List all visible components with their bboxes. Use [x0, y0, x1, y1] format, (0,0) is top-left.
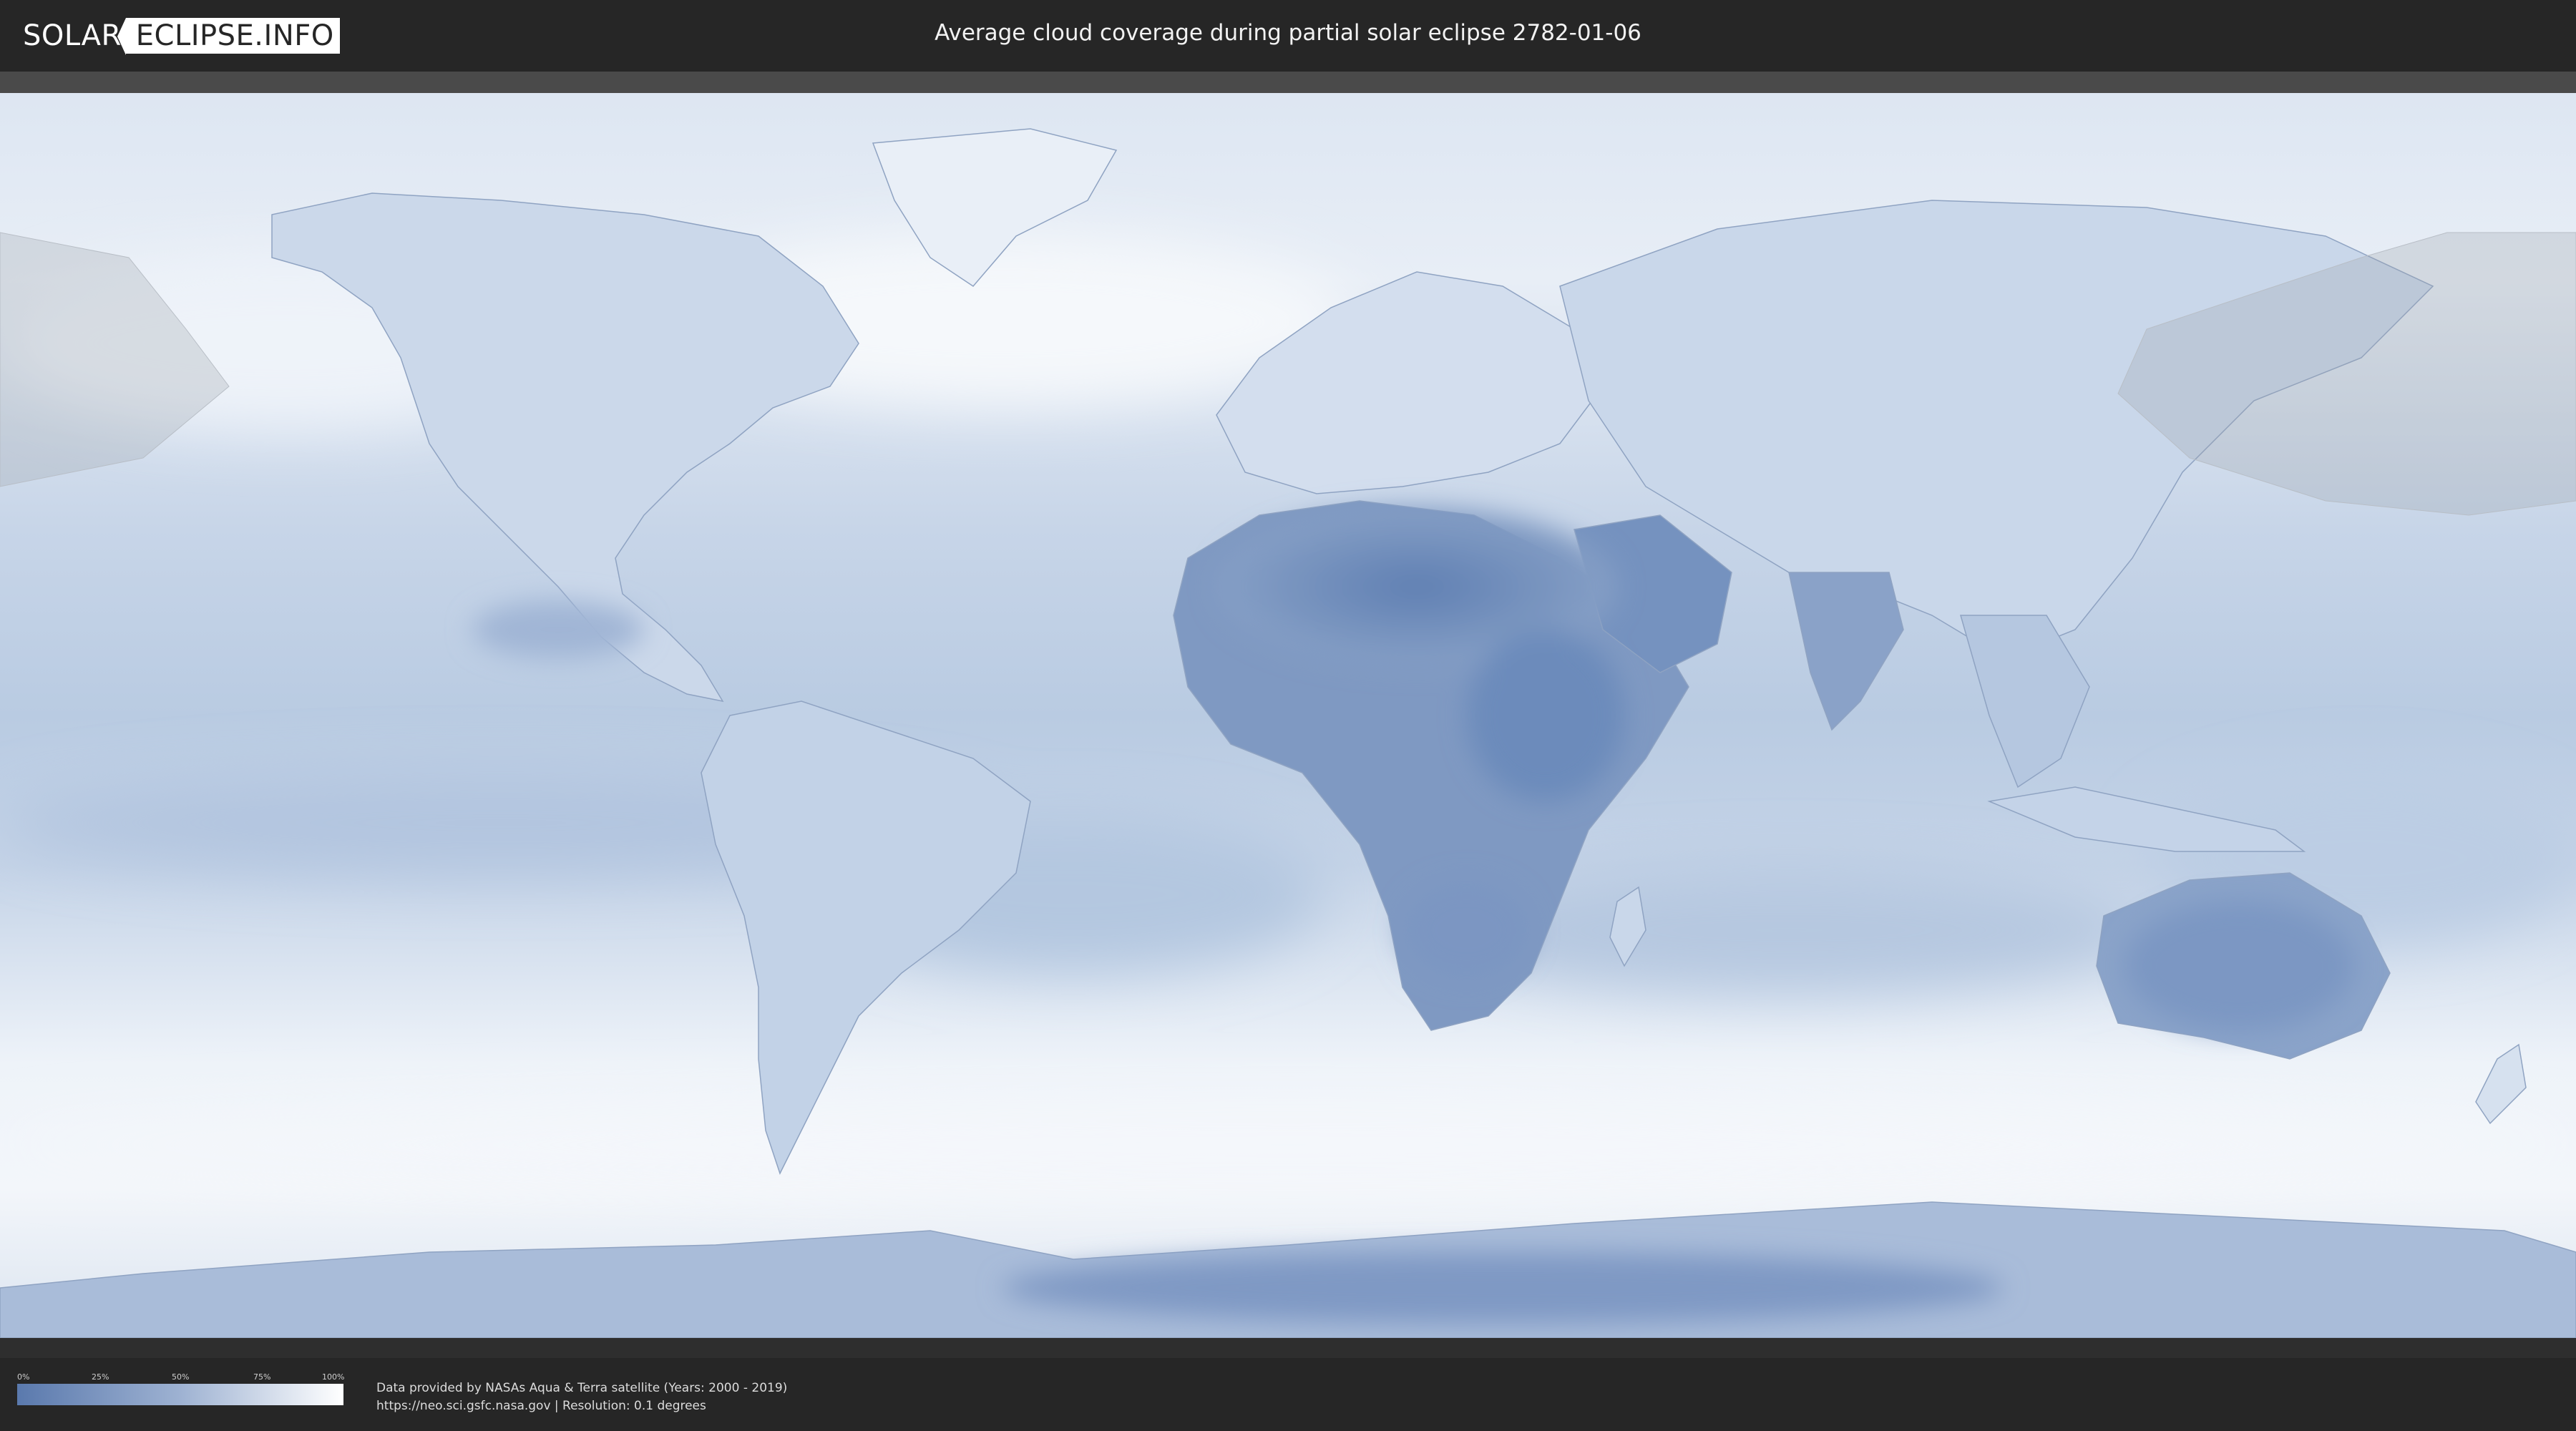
- page: SOLAR ECLIPSE.INFO Average cloud coverag…: [0, 0, 2576, 1431]
- world-map-svg: [0, 72, 2576, 1359]
- east-antarctica-dry-zone: [1002, 1252, 2004, 1324]
- data-credits: Data provided by NASAs Aqua & Terra sate…: [376, 1379, 787, 1415]
- east-pacific-clear-zone: [472, 601, 644, 658]
- map-top-edge: [0, 72, 2576, 93]
- cloud-coverage-map: [0, 72, 2576, 1359]
- cloud-coverage-legend: 0% 25% 50% 75% 100%: [17, 1372, 345, 1405]
- credits-source: Data provided by NASAs Aqua & Terra sate…: [376, 1381, 788, 1395]
- legend-tick-25: 25%: [92, 1372, 109, 1382]
- legend-tick-75: 75%: [253, 1372, 271, 1382]
- australia-dry-zone: [2125, 902, 2354, 1030]
- page-title: Average cloud coverage during partial so…: [935, 20, 1641, 46]
- east-africa-dry-zone: [1467, 630, 1624, 801]
- footer-bar: 0% 25% 50% 75% 100% Data provided by NAS…: [0, 1358, 2576, 1431]
- southern-africa-dry-zone: [1402, 880, 1531, 980]
- legend-tick-50: 50%: [172, 1372, 190, 1382]
- header-bar: SOLAR ECLIPSE.INFO Average cloud coverag…: [0, 0, 2576, 72]
- legend-tick-0: 0%: [17, 1372, 30, 1382]
- legend-color-bar: [17, 1384, 343, 1405]
- legend-tick-100: 100%: [322, 1372, 345, 1382]
- legend-ticks: 0% 25% 50% 75% 100%: [17, 1372, 345, 1384]
- credits-url-resolution[interactable]: https://neo.sci.gsfc.nasa.gov | Resoluti…: [376, 1397, 787, 1415]
- map-bottom-edge: [0, 1338, 2576, 1359]
- southern-ocean-band: [0, 1102, 2576, 1188]
